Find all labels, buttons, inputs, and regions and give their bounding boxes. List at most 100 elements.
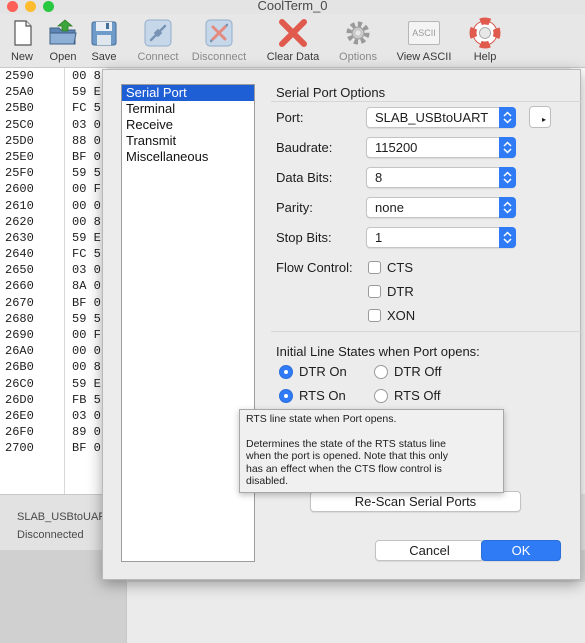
disconnect-label: Disconnect (191, 51, 247, 63)
hex-address: 26A0 (5, 344, 34, 359)
status-connection-state: Disconnected (17, 529, 84, 541)
category-transmit[interactable]: Transmit (122, 133, 254, 149)
hex-bytes: BF 0 (72, 149, 101, 164)
port-label: Port: (276, 110, 304, 125)
hex-bytes: 00 8 (72, 214, 101, 229)
hex-row: 26B0 00 8 (0, 359, 107, 375)
hex-row: 26F0 89 0 (0, 424, 107, 440)
hex-row: 2600 00 F (0, 181, 107, 197)
dtr-off-radio-dot[interactable] (374, 365, 388, 379)
baudrate-value: 115200 (375, 140, 418, 155)
hex-row: 2620 00 8 (0, 214, 107, 230)
hex-address: 25C0 (5, 117, 34, 132)
options-button[interactable]: Options (328, 14, 388, 68)
window-title: CoolTerm_0 (257, 0, 328, 13)
disconnect-button[interactable]: Disconnect (189, 14, 249, 68)
hex-row: 2650 03 0 (0, 262, 107, 278)
rts-off-radio-dot[interactable] (374, 389, 388, 403)
baudrate-label: Baudrate: (276, 140, 333, 155)
hex-address: 2650 (5, 263, 34, 278)
hex-address: 2690 (5, 328, 34, 342)
save-disk-icon (91, 21, 117, 46)
ascii-icon: ASCII (408, 21, 440, 45)
hex-address: 25F0 (5, 166, 34, 181)
hex-row: 26C0 59 E (0, 376, 107, 392)
help-button[interactable]: Help (455, 14, 515, 68)
lower-right-panel (126, 582, 585, 643)
hex-row: 2640 FC 5 (0, 246, 107, 262)
hex-data-view[interactable]: 2590 00 8 25A0 59 E 25B0 FC 5 25C0 03 0 25D0 88 0… (0, 68, 107, 494)
hex-row: 25F0 59 5 (0, 165, 107, 181)
category-serial-port[interactable]: Serial Port (122, 85, 254, 101)
rts-off-label: RTS Off (394, 388, 441, 403)
chevron-updown-icon (499, 137, 516, 158)
rescan-serial-ports-button[interactable]: Re-Scan Serial Ports (310, 491, 521, 512)
hex-row: 26A0 00 0 (0, 343, 107, 359)
hex-row: 25A0 59 E (0, 84, 107, 100)
dtr-on-radio-dot[interactable] (279, 365, 293, 379)
stop-bits-value: 1 (375, 230, 383, 245)
hex-address: 2590 (5, 69, 34, 83)
dtr-on-label: DTR On (299, 364, 347, 379)
hex-bytes: 8A 0 (72, 279, 101, 294)
hex-row: 2700 BF 0 (0, 440, 107, 456)
hex-address: 2610 (5, 198, 34, 213)
category-miscellaneous[interactable]: Miscellaneous (122, 149, 254, 165)
stop-bits-select[interactable]: 1 (366, 227, 516, 248)
hex-bytes: 03 0 (72, 263, 101, 278)
hex-address: 26B0 (5, 360, 34, 375)
hex-column-divider (64, 68, 65, 494)
cts-label: CTS (387, 260, 413, 275)
data-bits-select[interactable]: 8 (366, 167, 516, 188)
hex-bytes: 00 0 (72, 344, 101, 359)
port-value: SLAB_USBtoUART (375, 110, 489, 125)
category-terminal[interactable]: Terminal (122, 101, 254, 117)
xon-checkbox-box[interactable] (368, 309, 381, 322)
hex-bytes: 88 0 (72, 133, 101, 148)
parity-select[interactable]: none (366, 197, 516, 218)
serial-settings-sheet: Serial Port Terminal Receive Transmit Miscel… (102, 69, 581, 580)
data-bits-label: Data Bits: (276, 170, 333, 185)
cancel-button[interactable]: Cancel (375, 540, 484, 561)
data-bits-value: 8 (375, 170, 383, 185)
hex-address: 25D0 (5, 133, 34, 148)
cts-checkbox-box[interactable] (368, 261, 381, 274)
hex-address: 25A0 (5, 85, 34, 100)
clear-data-button[interactable]: Clear Data (263, 14, 323, 68)
baudrate-select[interactable]: 115200 (366, 137, 516, 158)
hex-bytes: 59 5 (72, 166, 101, 181)
hex-row: 25E0 BF 0 (0, 149, 107, 165)
section-divider (271, 101, 581, 102)
port-menu-glyph: ▸ (541, 115, 546, 124)
rts-tooltip: RTS line state when Port opens. Determin… (239, 409, 504, 493)
dtr-label: DTR (387, 284, 414, 299)
rts-on-radio-dot[interactable] (279, 389, 293, 403)
hex-bytes: 03 0 (72, 117, 101, 132)
port-select[interactable]: SLAB_USBtoUART (366, 107, 516, 128)
dtr-checkbox-box[interactable] (368, 285, 381, 298)
hex-address: 2700 (5, 441, 34, 456)
category-receive[interactable]: Receive (122, 117, 254, 133)
hex-bytes: 00 F (72, 182, 101, 197)
hex-bytes: 59 5 (72, 311, 101, 326)
hex-row: 2690 00 F (0, 327, 107, 343)
hex-address: 2640 (5, 247, 34, 262)
tooltip-title: RTS line state when Port opens. (246, 413, 397, 425)
section-title: Serial Port Options (276, 85, 386, 100)
chevron-updown-icon (499, 167, 516, 188)
ok-button[interactable]: OK (481, 540, 561, 561)
parity-label: Parity: (276, 200, 313, 215)
tooltip-line: Determines the state of the RTS status l… (246, 437, 446, 450)
hex-address: 2620 (5, 214, 34, 229)
tooltip-line: when the port is opened. Note that this … (246, 450, 448, 462)
hex-row: 25D0 88 0 (0, 133, 107, 149)
hex-row: 26E0 03 0 (0, 408, 107, 424)
port-menu-button[interactable]: ▸ (529, 106, 551, 128)
hex-address: 26E0 (5, 408, 34, 423)
settings-category-list[interactable]: Serial Port Terminal Receive Transmit Miscel… (121, 84, 255, 562)
hex-bytes: 00 8 (72, 69, 101, 83)
xon-label: XON (387, 308, 416, 323)
hex-address: 2660 (5, 279, 34, 294)
hex-row: 2630 59 E (0, 230, 107, 246)
tooltip-line: has an effect when the CTS flow control … (246, 462, 442, 475)
